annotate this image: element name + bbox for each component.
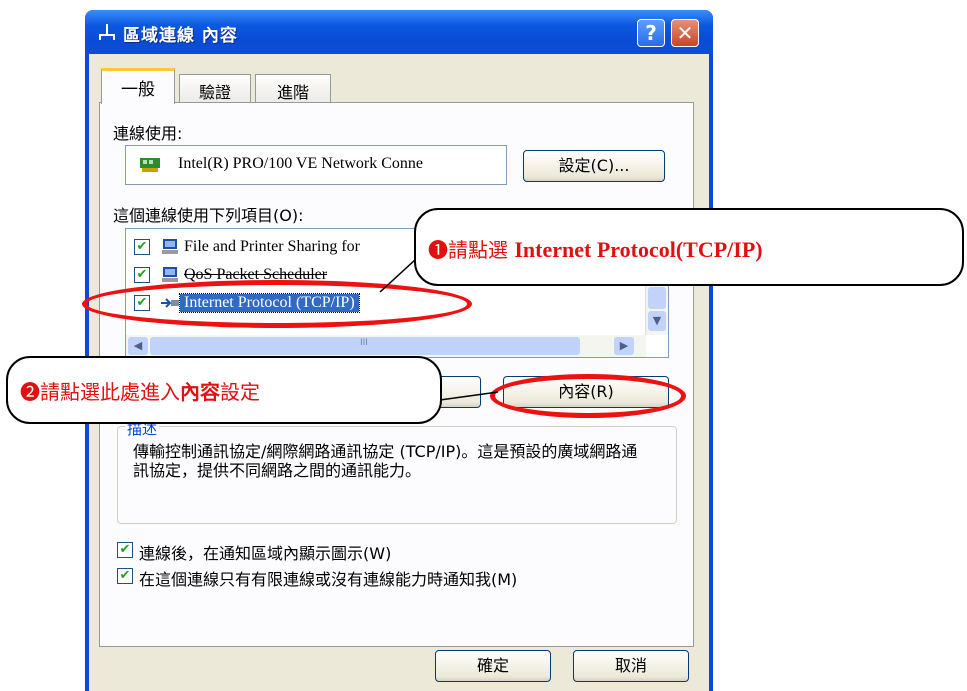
scroll-left-arrow-icon[interactable]: ◀ xyxy=(128,337,148,355)
network-adapter-icon xyxy=(140,158,160,172)
step-number-1: ❶ xyxy=(428,238,448,262)
cancel-button[interactable]: 取消 xyxy=(573,650,689,682)
highlight-ellipse-properties xyxy=(490,374,686,418)
option-label: 在這個連線只有有限連線或沒有連線能力時通知我(M) xyxy=(139,570,518,589)
scroll-thumb[interactable]: III xyxy=(150,337,580,355)
components-label: 這個連線使用下列項目(O): xyxy=(113,206,304,225)
description-text: 傳輸控制通訊協定/網際網路通訊協定 (TCP/IP)。這是預設的廣域網路通訊協定… xyxy=(133,442,638,480)
checkbox[interactable]: ✔ xyxy=(117,568,133,584)
checkbox[interactable]: ✔ xyxy=(134,239,150,255)
configure-button[interactable]: 設定(C)... xyxy=(523,150,665,182)
step-2-prefix: 請點選此處進入 xyxy=(40,380,180,404)
tab-authentication[interactable]: 驗證 xyxy=(179,74,251,102)
horizontal-scrollbar[interactable]: ◀ III ▶ xyxy=(126,335,646,357)
list-item-label: File and Printer Sharing for xyxy=(184,238,360,255)
scroll-right-arrow-icon[interactable]: ▶ xyxy=(614,337,634,355)
network-computer-icon xyxy=(162,267,178,282)
title-bar[interactable]: 區域連線 內容 ? ✕ xyxy=(85,10,713,54)
ok-button[interactable]: 確定 xyxy=(435,650,551,682)
properties-dialog: 區域連線 內容 ? ✕ 一般 驗證 進階 連線使用: Intel(R) PRO/… xyxy=(85,10,713,691)
scroll-grip: III xyxy=(360,338,368,348)
step-2-suffix: 設定 xyxy=(220,380,260,404)
callout-step-2: ❷請點選此處進入內容設定 xyxy=(6,356,442,424)
callout-step-1: ❶請點選 Internet Protocol(TCP/IP) xyxy=(414,208,964,286)
checkbox[interactable]: ✔ xyxy=(134,267,150,283)
step-number-2: ❷ xyxy=(20,380,40,404)
network-computer-icon xyxy=(162,239,178,254)
callout-step-2-text: ❷請點選此處進入內容設定 xyxy=(20,376,260,405)
step-1-bold: Internet Protocol(TCP/IP) xyxy=(514,237,763,262)
close-button[interactable]: ✕ xyxy=(671,19,699,47)
network-connection-icon xyxy=(99,24,115,40)
callout-step-1-text: ❶請點選 Internet Protocol(TCP/IP) xyxy=(428,234,763,263)
window-title: 區域連線 內容 xyxy=(123,26,238,46)
scroll-down-arrow-icon[interactable]: ▼ xyxy=(648,311,666,331)
help-button[interactable]: ? xyxy=(637,19,665,47)
scroll-thumb[interactable] xyxy=(648,287,666,309)
step-1-prefix: 請點選 xyxy=(448,238,515,262)
adapter-field: Intel(R) PRO/100 VE Network Conne xyxy=(125,145,507,185)
highlight-ellipse-tcpip xyxy=(82,280,472,328)
option-label: 連線後，在通知區域內顯示圖示(W) xyxy=(139,544,392,563)
tab-advanced[interactable]: 進階 xyxy=(255,74,331,102)
adapter-name: Intel(R) PRO/100 VE Network Conne xyxy=(178,155,424,172)
connect-using-label: 連線使用: xyxy=(113,124,183,143)
step-2-bold: 內容 xyxy=(180,380,220,404)
checkbox[interactable]: ✔ xyxy=(117,542,133,558)
tab-general[interactable]: 一般 xyxy=(101,68,175,104)
